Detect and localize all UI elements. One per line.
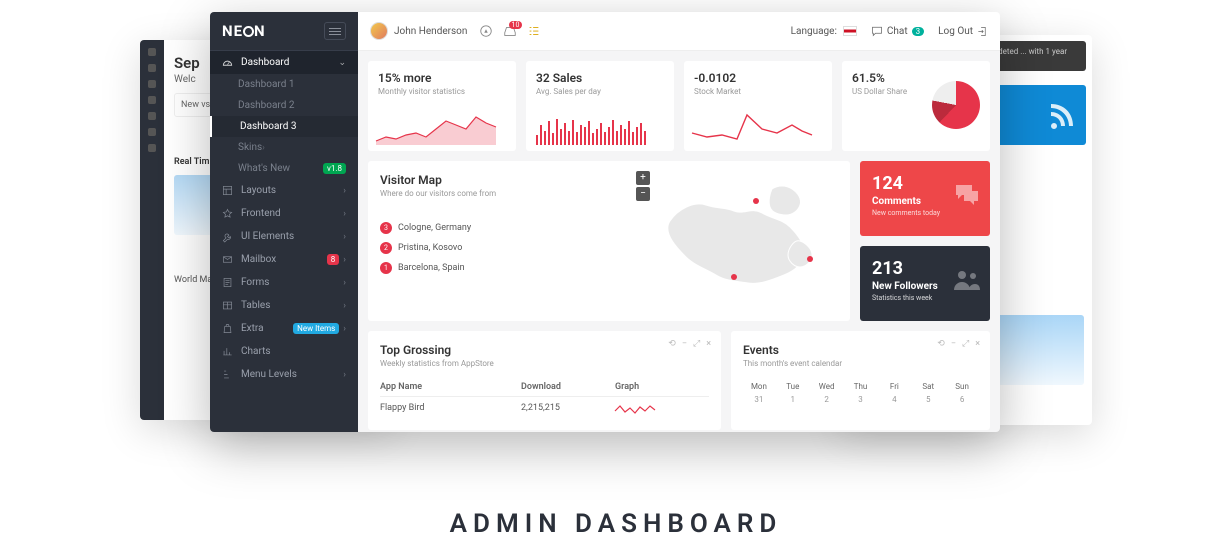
sidebar-item-label: Dashboard [241, 57, 289, 68]
chevron-right-icon: › [262, 143, 265, 153]
sparkline-bars [534, 111, 654, 145]
inbox-icon[interactable]: 10 [503, 24, 517, 38]
sidebar-sub-skins[interactable]: Skins› [210, 137, 358, 158]
close-icon[interactable]: × [975, 339, 980, 349]
sidebar-item-dashboard[interactable]: Dashboard ⌄ [210, 51, 358, 74]
logout-button[interactable]: Log Out [938, 26, 988, 37]
followers-card[interactable]: 213 New Followers Statistics this week [860, 246, 990, 321]
rss-icon [1048, 99, 1078, 129]
stat-card-sales: 32 Sales Avg. Sales per day [526, 61, 674, 151]
minimize-icon[interactable]: − [682, 339, 687, 349]
language-label: Language: [791, 26, 837, 37]
star-icon [222, 208, 233, 219]
chevron-down-icon: ⌄ [338, 58, 346, 68]
stat-title: 15% more [378, 71, 506, 85]
user-name[interactable]: John Henderson [394, 26, 467, 37]
flag-uk-icon[interactable] [843, 26, 857, 36]
topbar: John Henderson 10 Language: Chat 3 Log O… [358, 12, 1000, 51]
gauge-icon [222, 57, 233, 68]
sidebar-sub-dashboard3[interactable]: Dashboard 3 [210, 116, 358, 137]
sidebar-item-extra[interactable]: ExtraNew Items› [210, 317, 358, 340]
menu-toggle-button[interactable] [324, 22, 346, 40]
comments-icon [954, 183, 980, 205]
logo[interactable]: NEN [222, 22, 266, 40]
stat-card-usd: 61.5% US Dollar Share [842, 61, 990, 151]
row-sparkline [615, 403, 655, 415]
sidebar-item-layouts[interactable]: Layouts› [210, 179, 358, 202]
reload-icon[interactable]: ⟲ [937, 339, 945, 349]
chat-button[interactable]: Chat 3 [871, 25, 924, 37]
panel-sub: This month's event calendar [743, 359, 978, 368]
bg-blue-tile [996, 85, 1086, 145]
sidebar-item-charts[interactable]: Charts [210, 340, 358, 363]
badge-new-items: New Items [293, 323, 339, 334]
stat-sub: Avg. Sales per day [536, 87, 664, 96]
logout-icon [977, 26, 988, 37]
chart-icon [222, 346, 233, 357]
badge-msg: 10 [509, 21, 523, 29]
avatar[interactable] [370, 22, 388, 40]
sidebar-item-menulevels[interactable]: Menu Levels› [210, 363, 358, 386]
sidebar-item-frontend[interactable]: Frontend› [210, 202, 358, 225]
panel-sub: Weekly statistics from AppStore [380, 359, 709, 368]
stat-sub: Stock Market [694, 87, 822, 96]
sidebar-sub-dashboard1[interactable]: Dashboard 1 [210, 74, 358, 95]
stat-sub: Monthly visitor statistics [378, 87, 506, 96]
chat-icon [871, 25, 883, 37]
compass-icon[interactable] [479, 24, 493, 38]
close-icon[interactable]: × [706, 339, 711, 349]
sidebar-item-tables[interactable]: Tables› [210, 294, 358, 317]
sparkline-area [376, 111, 496, 145]
comments-card[interactable]: 124 Comments New comments today [860, 161, 990, 236]
sidebar: NEN Dashboard ⌄ Dashboard 1 Dashboard 2 … [210, 12, 358, 432]
task-icon[interactable] [527, 24, 541, 38]
comments-sub: New comments today [872, 209, 978, 217]
pie-chart [932, 81, 980, 129]
page-title: ADMIN DASHBOARD [0, 509, 1232, 539]
table-icon [222, 300, 233, 311]
form-icon [222, 277, 233, 288]
visitor-map-card: Visitor Map Where do our visitors come f… [368, 161, 850, 321]
sidebar-item-mailbox[interactable]: Mailbox8› [210, 248, 358, 271]
map-svg[interactable] [660, 171, 840, 311]
expand-icon[interactable]: ⤢ [962, 339, 969, 349]
sidebar-sub-dashboard2[interactable]: Dashboard 2 [210, 95, 358, 116]
minimize-icon[interactable]: − [951, 339, 956, 349]
sidebar-item-ui[interactable]: UI Elements› [210, 225, 358, 248]
users-icon [952, 268, 982, 290]
wrench-icon [222, 231, 233, 242]
panel-title: Top Grossing [380, 343, 709, 357]
zoom-out-button[interactable]: − [636, 187, 650, 201]
stat-card-stock: -0.0102 Stock Market [684, 61, 832, 151]
sparkline-line [692, 111, 812, 145]
bag-icon [222, 323, 233, 334]
stat-title: -0.0102 [694, 71, 822, 85]
badge-mail-count: 8 [327, 254, 340, 265]
reload-icon[interactable]: ⟲ [668, 339, 676, 349]
sidebar-item-forms[interactable]: Forms› [210, 271, 358, 294]
layout-icon [222, 185, 233, 196]
main-window: NEN Dashboard ⌄ Dashboard 1 Dashboard 2 … [210, 12, 1000, 432]
stat-title: 32 Sales [536, 71, 664, 85]
chat-count: 3 [912, 27, 925, 36]
badge-version: v1.8 [323, 163, 346, 174]
zoom-in-button[interactable]: + [636, 171, 650, 185]
expand-icon[interactable]: ⤢ [693, 339, 700, 349]
sidebar-sub-whatsnew[interactable]: What's Newv1.8 [210, 158, 358, 179]
stat-card-visitors: 15% more Monthly visitor statistics [368, 61, 516, 151]
events-panel: ⟲−⤢× Events This month's event calendar … [731, 331, 990, 430]
followers-sub: Statistics this week [872, 294, 978, 302]
table-row[interactable]: Flappy Bird 2,215,215 [380, 397, 709, 418]
tree-icon [222, 369, 233, 380]
mail-icon [222, 254, 233, 265]
top-grossing-panel: ⟲−⤢ × Top Grossing Weekly statistics from… [368, 331, 721, 430]
